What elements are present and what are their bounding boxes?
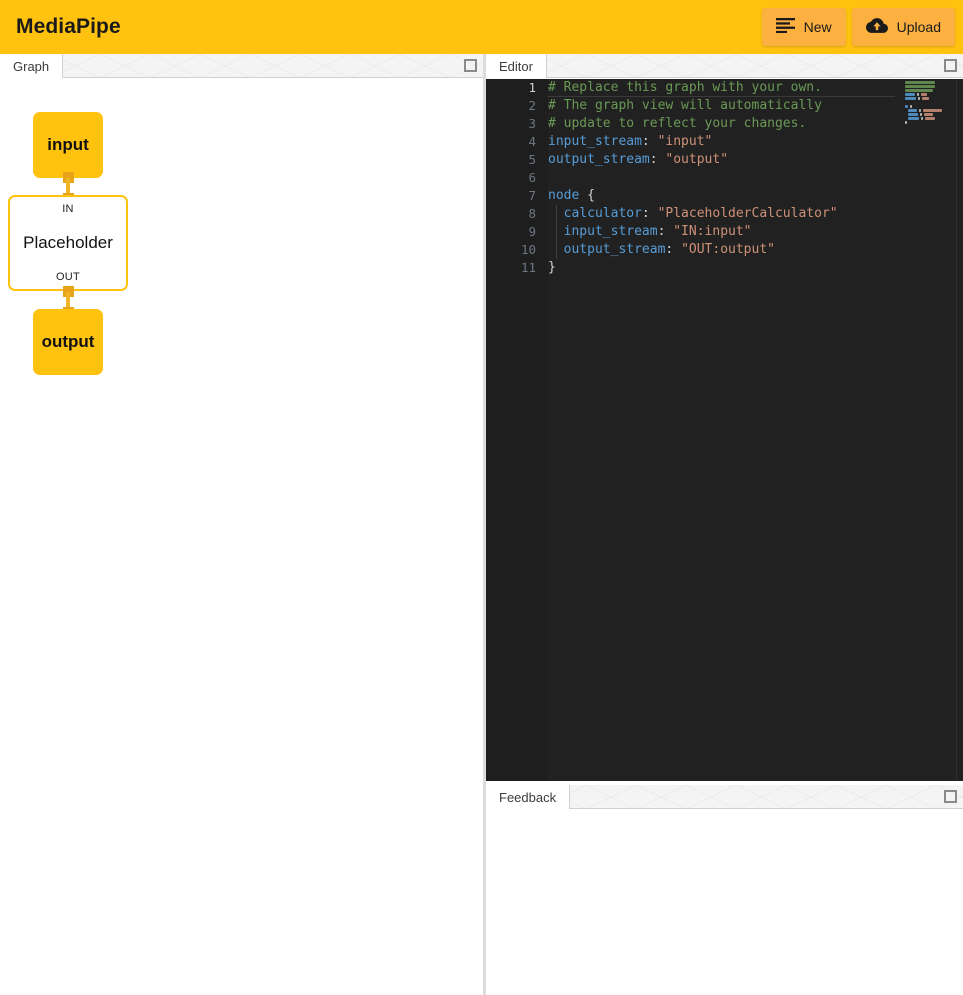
code-line[interactable]: 11} (486, 259, 963, 277)
graph-node-output-label: output (42, 332, 95, 352)
minimap-line (908, 109, 955, 112)
feedback-panel: Feedback (486, 785, 963, 995)
new-button[interactable]: New (762, 8, 846, 46)
code-text: # The graph view will automatically (548, 97, 822, 115)
code-text: input_stream: "input" (548, 133, 712, 151)
code-text: } (548, 259, 556, 277)
app-root: MediaPipe New (0, 0, 963, 995)
code-line[interactable]: 10 output_stream: "OUT:output" (486, 241, 963, 259)
code-text: node { (548, 187, 595, 205)
minimap-line (908, 117, 955, 120)
upload-button-label: Upload (897, 20, 941, 34)
minimap-line (905, 105, 955, 108)
code-line[interactable]: 2 # The graph view will automatically (486, 97, 963, 115)
line-number: 4 (486, 133, 536, 151)
line-number: 1 (486, 79, 536, 97)
feedback-tabstrip: Feedback (486, 785, 963, 809)
code-text: output_stream: "output" (548, 151, 728, 169)
code-text: # update to reflect your changes. (548, 115, 806, 133)
upload-button[interactable]: Upload (852, 8, 955, 46)
code-text: output_stream: "OUT:output" (548, 241, 775, 259)
code-line[interactable]: 3 # update to reflect your changes. (486, 115, 963, 133)
code-line[interactable]: 1 # Replace this graph with your own. (486, 79, 963, 97)
code-lines[interactable]: 1 # Replace this graph with your own. 2 # T… (486, 79, 963, 277)
tab-feedback[interactable]: Feedback (486, 785, 570, 809)
line-number: 10 (486, 241, 536, 259)
feedback-maximize-icon[interactable] (944, 790, 957, 803)
code-line[interactable]: 5 output_stream: "output" (486, 151, 963, 169)
code-line[interactable]: 9 input_stream: "IN:input" (486, 223, 963, 241)
new-button-label: New (804, 20, 832, 34)
graph-canvas[interactable]: input IN Placeholder OUT output (0, 79, 483, 995)
app-header: MediaPipe New (0, 0, 963, 54)
placeholder-in-label: IN (62, 203, 74, 215)
graph-tabstrip: Graph (0, 54, 483, 78)
line-number: 3 (486, 115, 536, 133)
graph-node-placeholder[interactable]: IN Placeholder OUT (8, 195, 128, 291)
feedback-content (486, 810, 963, 995)
editor-panel: Editor 1 # Replace this graph with your o… (486, 54, 963, 781)
line-number: 9 (486, 223, 536, 241)
tab-editor[interactable]: Editor (486, 54, 547, 78)
minimap-line (905, 81, 955, 84)
tab-graph[interactable]: Graph (0, 54, 63, 78)
header-actions: New Upload (762, 8, 955, 46)
code-line[interactable]: 4 input_stream: "input" (486, 133, 963, 151)
graph-maximize-icon[interactable] (464, 59, 477, 72)
cloud-upload-icon (866, 17, 888, 37)
line-number: 5 (486, 151, 536, 169)
code-line[interactable]: 8 calculator: "PlaceholderCalculator" (486, 205, 963, 223)
minimap-line (905, 85, 955, 88)
minimap-line (905, 121, 955, 124)
code-line[interactable]: 6 (486, 169, 963, 187)
code-text: input_stream: "IN:input" (548, 223, 752, 241)
graph-node-placeholder-label: Placeholder (23, 233, 113, 253)
code-text: # Replace this graph with your own. (548, 79, 822, 97)
list-icon (776, 18, 795, 36)
code-editor[interactable]: 1 # Replace this graph with your own. 2 # T… (486, 79, 963, 781)
app-title: MediaPipe (16, 15, 121, 39)
indent-guide (556, 205, 557, 259)
graph-node-input[interactable]: input (33, 112, 103, 178)
minimap-line (905, 89, 955, 92)
graph-node-input-label: input (47, 135, 89, 155)
editor-maximize-icon[interactable] (944, 59, 957, 72)
editor-tabstrip: Editor (486, 54, 963, 78)
code-line[interactable]: 7 node { (486, 187, 963, 205)
graph-node-output[interactable]: output (33, 309, 103, 375)
minimap-line (905, 93, 955, 96)
minimap-line (905, 101, 955, 104)
line-number: 8 (486, 205, 536, 223)
editor-ruler (956, 79, 957, 781)
line-number: 2 (486, 97, 536, 115)
editor-minimap[interactable] (905, 81, 955, 117)
minimap-line (908, 113, 955, 116)
line-number: 11 (486, 259, 536, 277)
line-number: 7 (486, 187, 536, 205)
line-number: 6 (486, 169, 536, 187)
code-text: calculator: "PlaceholderCalculator" (548, 205, 838, 223)
minimap-line (905, 97, 955, 100)
graph-panel: Graph input IN Placeholder OUT (0, 54, 483, 995)
placeholder-out-label: OUT (56, 271, 80, 283)
